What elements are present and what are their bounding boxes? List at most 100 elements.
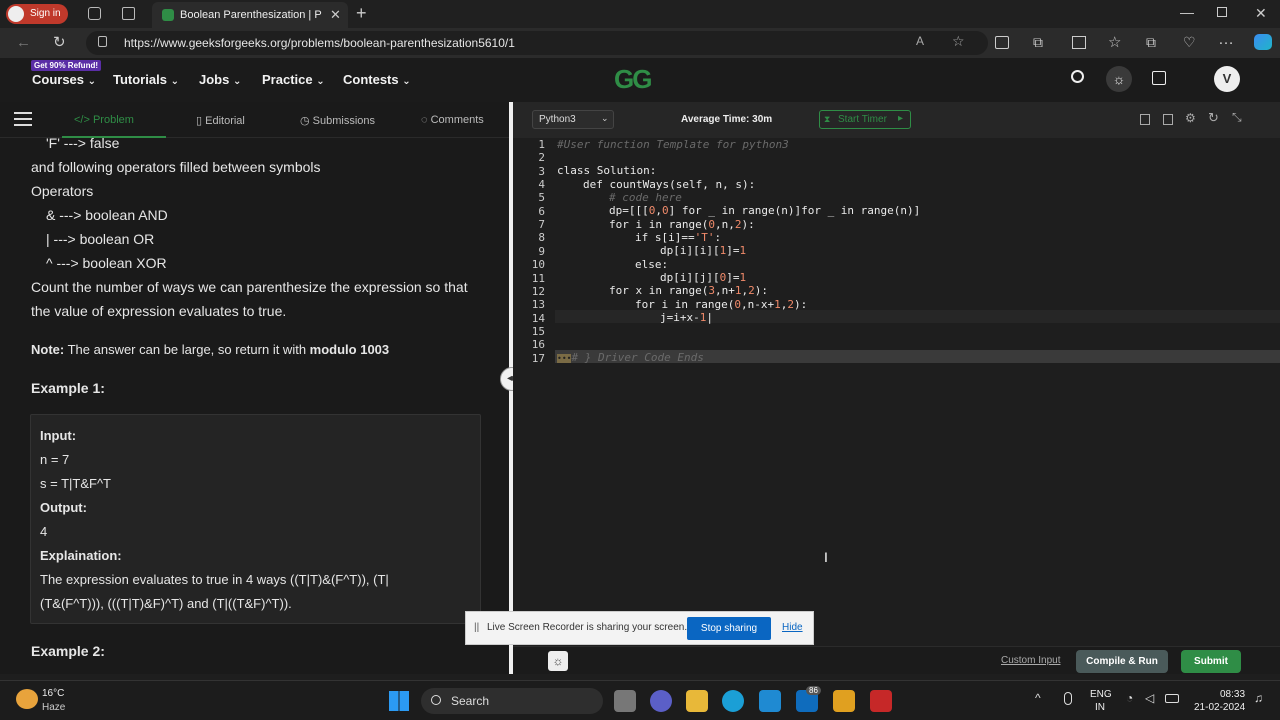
start-timer-button[interactable]: ⧗ Start Timer ▸ (819, 110, 911, 129)
bulb-icon[interactable]: ☼ (548, 651, 568, 671)
browser-essentials-icon[interactable]: ♡ (1183, 34, 1196, 51)
code-area[interactable]: #User function Template for python3 clas… (557, 138, 1280, 646)
note-text: The answer can be large, so return it wi… (64, 342, 310, 357)
share-message: Live Screen Recorder is sharing your scr… (487, 622, 688, 633)
tab-close-icon[interactable]: ✕ (330, 7, 341, 23)
nav-courses[interactable]: Courses ⌄ (32, 72, 96, 87)
microphone-icon[interactable] (1064, 692, 1072, 705)
weather-icon[interactable] (16, 689, 38, 709)
nav-practice[interactable]: Practice ⌄ (262, 72, 325, 87)
battery-icon[interactable] (1165, 694, 1179, 703)
input-n: n = 7 (40, 452, 70, 467)
translate-icon[interactable] (1152, 71, 1166, 85)
stop-sharing-button[interactable]: Stop sharing (687, 617, 771, 640)
vscode-icon[interactable] (759, 690, 781, 712)
reload-icon[interactable]: ↻ (53, 33, 66, 51)
reset-icon[interactable]: ↻ (1208, 110, 1219, 126)
settings-more-icon[interactable]: … (1218, 31, 1234, 49)
file-explorer-window-icon[interactable] (614, 690, 636, 712)
address-bar-row: ← ↻ https://www.geeksforgeeks.org/proble… (0, 28, 1280, 58)
theme-toggle-icon[interactable]: ☼ (1106, 66, 1132, 92)
show-hidden-icons[interactable]: ^ (1035, 691, 1041, 705)
hide-link[interactable]: Hide (782, 622, 803, 633)
clock-date: 21-02-2024 (1194, 702, 1246, 713)
extensions-icon[interactable]: ⧉ (1033, 34, 1043, 51)
split-screen-icon[interactable] (1072, 36, 1086, 49)
tab-problem[interactable]: </> Problem (74, 114, 134, 126)
start-windows-icon[interactable] (389, 691, 409, 711)
window-maximize-icon[interactable] (1217, 7, 1227, 17)
gfg-logo[interactable]: GG (614, 64, 652, 95)
lock-icon (98, 36, 107, 47)
browser-tab-active[interactable]: Boolean Parenthesization | Practi ✕ (152, 2, 348, 28)
code-line-1: #User function Template for python3 (557, 138, 789, 151)
code-line-17: •••# } Driver Code Ends (557, 351, 704, 364)
code-icon: </> (74, 114, 90, 126)
favorites-icon[interactable]: ☆ (1108, 33, 1121, 51)
line-number: 14 (531, 311, 545, 325)
wifi-icon[interactable]: ◔ (1126, 691, 1133, 705)
menu-hamburger-icon[interactable] (14, 112, 32, 126)
user-avatar[interactable]: V (1214, 66, 1240, 92)
teams-icon[interactable] (650, 690, 672, 712)
fold-marker[interactable]: ••• (557, 354, 572, 363)
edge-browser-icon[interactable] (722, 690, 744, 712)
nav-jobs[interactable]: Jobs ⌄ (199, 72, 241, 87)
search-icon (431, 695, 441, 705)
problem-line: 'F' ---> false (46, 135, 120, 151)
windows-taskbar: 16°C Haze Search 86 ^ ENG IN ◔ ◁ 08:33 2… (0, 680, 1280, 720)
weather-temp[interactable]: 16°C (42, 688, 64, 699)
line-number: 16 (531, 338, 545, 352)
tab-editorial[interactable]: ▯ Editorial (196, 114, 245, 127)
window-minimize-icon[interactable]: — (1180, 4, 1194, 20)
notification-bell-icon[interactable]: ♫ (1254, 691, 1263, 705)
custom-input-link[interactable]: Custom Input (1001, 655, 1060, 666)
window-close-icon[interactable]: ✕ (1255, 5, 1267, 22)
file-icon[interactable] (1163, 114, 1173, 125)
nav-tutorials[interactable]: Tutorials ⌄ (113, 72, 179, 87)
app-icon[interactable] (833, 690, 855, 712)
search-icon[interactable] (1071, 70, 1084, 83)
tab-submissions[interactable]: ◷ Submissions (300, 114, 375, 127)
input-s: s = T|T&F^T (40, 476, 111, 491)
chevron-down-icon: ⌄ (402, 76, 411, 87)
example1-box: Input: n = 7 s = T|T&F^T Output: 4 Expla… (30, 414, 481, 624)
volume-icon[interactable]: ◁ (1145, 691, 1154, 705)
promo-badge[interactable]: Get 90% Refund! (31, 60, 102, 71)
clock-time[interactable]: 08:33 (1220, 689, 1245, 700)
compile-run-button[interactable]: Compile & Run (1076, 650, 1168, 673)
back-icon[interactable]: ← (16, 34, 31, 51)
site-header: Get 90% Refund! Courses ⌄ Tutorials ⌄ Jo… (0, 58, 1280, 102)
explain-label: Explaination: (40, 548, 122, 563)
submit-button[interactable]: Submit (1181, 650, 1241, 673)
editor-toolbar: Python3 ⌄ Average Time: 30m ⧗ Start Time… (513, 102, 1280, 138)
drag-handle-icon[interactable]: || (474, 622, 479, 633)
problem-tabs: </> Problem ▯ Editorial ◷ Submissions ◌ … (0, 102, 513, 138)
tab-actions-icon[interactable] (122, 7, 135, 20)
chevron-down-icon: ⌄ (232, 76, 242, 87)
folder-icon[interactable] (686, 690, 708, 712)
tab-comments[interactable]: ◌ Comments (421, 114, 484, 126)
problem-line: Count the number of ways we can parenthe… (31, 279, 468, 295)
nav-contests[interactable]: Contests ⌄ (343, 72, 411, 87)
read-aloud-icon[interactable]: A (916, 34, 924, 48)
new-tab-icon[interactable]: + (356, 3, 367, 24)
copy-icon[interactable] (1140, 114, 1150, 125)
note-line: Note: The answer can be large, so return… (31, 342, 389, 357)
fullscreen-icon[interactable]: ⤡ (1232, 110, 1242, 125)
profile-button[interactable]: Sign in (6, 4, 68, 24)
line-number: 12 (531, 284, 545, 298)
language-select[interactable]: Python3 ⌄ (532, 110, 614, 129)
timer-icon: ⧗ (824, 114, 831, 124)
favorite-star-icon[interactable]: ☆ (952, 33, 965, 50)
collections-icon[interactable]: ⧉ (1146, 34, 1156, 51)
url-field[interactable]: https://www.geeksforgeeks.org/problems/b… (86, 31, 988, 55)
copilot-icon[interactable] (1254, 34, 1272, 50)
recorder-app-icon[interactable] (870, 690, 892, 712)
taskbar-search-box[interactable]: Search (421, 688, 603, 714)
gear-icon[interactable]: ⚙ (1185, 111, 1196, 125)
screen-recorder-icon[interactable] (995, 36, 1009, 49)
code-line-3: class Solution: (557, 164, 657, 177)
workspaces-icon[interactable] (88, 7, 101, 20)
language-top[interactable]: ENG (1090, 689, 1112, 700)
